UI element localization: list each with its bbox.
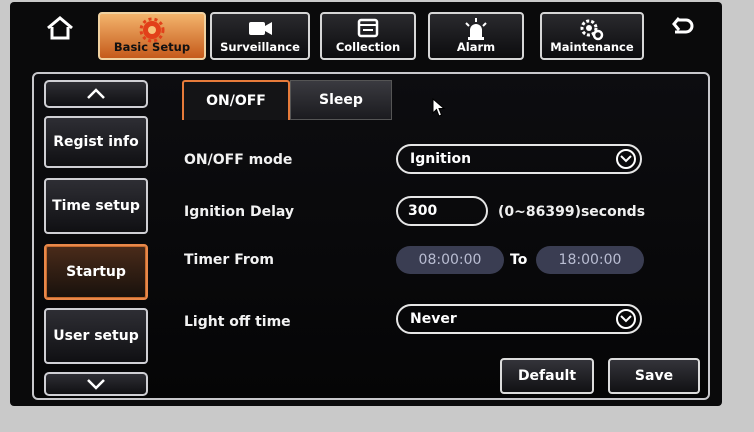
tab-onoff[interactable]: ON/OFF bbox=[182, 80, 290, 120]
scroll-up-button[interactable] bbox=[44, 80, 148, 108]
chevron-down-icon bbox=[87, 379, 105, 390]
maintenance-icon bbox=[542, 17, 642, 41]
device-screen: Basic Setup Surveillance Collection Alar… bbox=[10, 2, 722, 406]
timer-from-value: 08:00:00 bbox=[418, 252, 482, 268]
timer-to-value: 18:00:00 bbox=[558, 252, 622, 268]
settings-panel: Regist info Time setup Startup User setu… bbox=[32, 72, 710, 400]
timer-to-input[interactable]: 18:00:00 bbox=[536, 246, 644, 274]
sidebar-item-time-setup[interactable]: Time setup bbox=[44, 178, 148, 234]
back-arrow-icon bbox=[672, 17, 694, 34]
onoff-mode-value: Ignition bbox=[410, 151, 472, 167]
tab-basic-setup[interactable]: Basic Setup bbox=[98, 12, 206, 60]
tab-label: Maintenance bbox=[550, 40, 634, 54]
sidebar-item-startup[interactable]: Startup bbox=[44, 244, 148, 300]
light-off-value: Never bbox=[410, 311, 457, 327]
tab-sleep[interactable]: Sleep bbox=[290, 80, 392, 120]
tab-alarm[interactable]: Alarm bbox=[428, 12, 524, 60]
chevron-up-icon bbox=[87, 88, 105, 99]
save-button-label: Save bbox=[634, 368, 674, 384]
tab-label: Surveillance bbox=[220, 40, 300, 54]
ignition-delay-value: 300 bbox=[408, 203, 438, 219]
home-button[interactable] bbox=[40, 8, 80, 48]
ignition-delay-input[interactable]: 300 bbox=[396, 196, 488, 226]
home-icon bbox=[47, 16, 73, 40]
sidebar-item-label: Regist info bbox=[53, 134, 139, 150]
chevron-down-icon bbox=[616, 309, 636, 329]
light-off-label: Light off time bbox=[184, 314, 291, 330]
onoff-mode-label: ON/OFF mode bbox=[184, 152, 293, 168]
scroll-down-button[interactable] bbox=[44, 372, 148, 396]
timer-to-label: To bbox=[510, 252, 528, 268]
save-button[interactable]: Save bbox=[608, 358, 700, 394]
ignition-delay-label: Ignition Delay bbox=[184, 204, 295, 220]
tab-label: ON/OFF bbox=[206, 93, 266, 109]
sidebar-item-label: Startup bbox=[66, 264, 126, 280]
sidebar-item-label: Time setup bbox=[52, 198, 140, 214]
timer-from-input[interactable]: 08:00:00 bbox=[396, 246, 504, 274]
timer-from-label: Timer From bbox=[184, 252, 274, 268]
alarm-icon bbox=[430, 17, 522, 41]
camera-icon bbox=[212, 17, 308, 39]
default-button-label: Default bbox=[517, 368, 577, 384]
onoff-mode-select[interactable]: Ignition bbox=[396, 144, 642, 174]
collection-icon bbox=[322, 17, 414, 39]
light-off-select[interactable]: Never bbox=[396, 304, 642, 334]
sidebar-item-regist-info[interactable]: Regist info bbox=[44, 116, 148, 168]
mouse-cursor-icon bbox=[432, 98, 446, 117]
tab-maintenance[interactable]: Maintenance bbox=[540, 12, 644, 60]
back-button[interactable] bbox=[662, 8, 702, 48]
sidebar-item-user-setup[interactable]: User setup bbox=[44, 308, 148, 364]
default-button[interactable]: Default bbox=[500, 358, 594, 394]
tab-label: Sleep bbox=[319, 92, 363, 108]
gear-icon bbox=[100, 17, 204, 43]
tab-collection[interactable]: Collection bbox=[320, 12, 416, 60]
tab-label: Alarm bbox=[456, 40, 496, 54]
tab-surveillance[interactable]: Surveillance bbox=[210, 12, 310, 60]
chevron-down-icon bbox=[616, 149, 636, 169]
ignition-delay-unit: (0~86399)seconds bbox=[498, 204, 646, 220]
tab-label: Collection bbox=[335, 40, 401, 54]
sidebar-item-label: User setup bbox=[53, 328, 139, 344]
